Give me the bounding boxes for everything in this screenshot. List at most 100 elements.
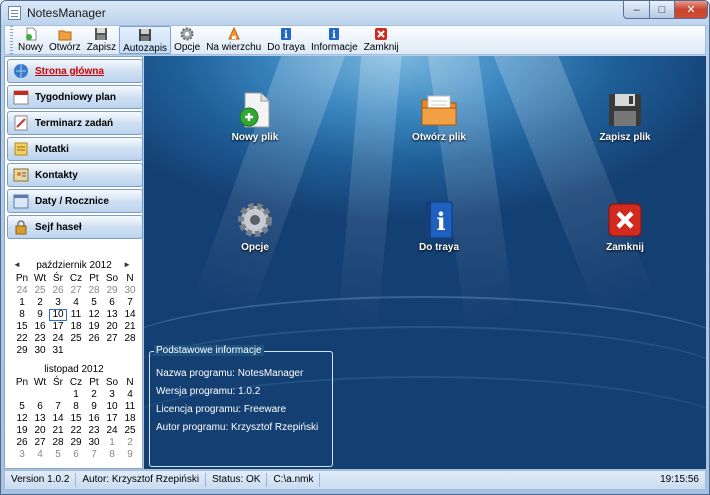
calendar-day[interactable]: 12 (13, 413, 31, 425)
calendar-day[interactable]: 27 (67, 285, 85, 297)
desktop-close[interactable]: Zamknij (570, 200, 680, 253)
toolbar-on-top-button[interactable]: Na wierzchu (203, 26, 264, 54)
toolbar-close-button[interactable]: Zamknij (361, 26, 402, 54)
calendar-day[interactable]: 24 (13, 285, 31, 297)
toolbar-grip[interactable] (10, 26, 13, 54)
window-close-button[interactable]: ✕ (674, 1, 708, 19)
sidebar-item-dates[interactable]: Daty / Rocznice (7, 189, 143, 213)
calendar-day[interactable]: 18 (121, 413, 139, 425)
calendar-day[interactable]: 1 (103, 437, 121, 449)
calendar-day[interactable]: 29 (67, 437, 85, 449)
calendar-day[interactable]: 22 (13, 333, 31, 345)
calendar-day[interactable]: 3 (103, 389, 121, 401)
calendar-day[interactable]: 10 (103, 401, 121, 413)
calendar-day[interactable]: 3 (13, 449, 31, 461)
calendar-day[interactable]: 18 (67, 321, 85, 333)
toolbar-info-button[interactable]: i Informacje (308, 26, 361, 54)
toolbar-open-button[interactable]: Otwórz (46, 26, 84, 54)
sidebar-item-contacts[interactable]: Kontakty (7, 163, 143, 187)
calendar-day[interactable]: 17 (49, 321, 67, 333)
calendar-day[interactable]: 26 (13, 437, 31, 449)
calendar-day[interactable]: 24 (49, 333, 67, 345)
calendar-day[interactable]: 24 (103, 425, 121, 437)
calendar-day[interactable]: 10 (49, 309, 67, 321)
calendar-day[interactable]: 7 (49, 401, 67, 413)
sidebar-item-notes[interactable]: Notatki (7, 137, 143, 161)
calendar-day[interactable]: 2 (31, 297, 49, 309)
calendar-day[interactable]: 11 (67, 309, 85, 321)
calendar-day[interactable]: 5 (13, 401, 31, 413)
calendar-day[interactable]: 4 (67, 297, 85, 309)
calendar-day[interactable]: 8 (103, 449, 121, 461)
calendar-day[interactable]: 8 (67, 401, 85, 413)
sidebar-item-weekly-plan[interactable]: Tygodniowy plan (7, 85, 143, 109)
toolbar-save-button[interactable]: Zapisz (84, 26, 119, 54)
calendar-day[interactable]: 16 (31, 321, 49, 333)
month-calendar[interactable]: ◄ październik 2012 ► Pn Wt Śr Cz Pt So N 24 25 26… (7, 257, 141, 469)
calendar-day[interactable]: 27 (103, 333, 121, 345)
calendar-day[interactable]: 23 (85, 425, 103, 437)
calendar-day[interactable]: 14 (49, 413, 67, 425)
calendar-day[interactable]: 25 (67, 333, 85, 345)
calendar-day[interactable]: 9 (85, 401, 103, 413)
calendar-day[interactable]: 13 (31, 413, 49, 425)
calendar-day[interactable]: 3 (49, 297, 67, 309)
calendar-day[interactable]: 2 (121, 437, 139, 449)
calendar-day[interactable]: 9 (121, 449, 139, 461)
desktop-new-file[interactable]: Nowy plik (200, 90, 310, 143)
toolbar-options-button[interactable]: Opcje (171, 26, 203, 54)
calendar-day[interactable]: 30 (121, 285, 139, 297)
calendar-day[interactable]: 8 (13, 309, 31, 321)
calendar-day[interactable]: 5 (85, 297, 103, 309)
desktop-options[interactable]: Opcje (200, 200, 310, 253)
calendar-day[interactable]: 19 (13, 425, 31, 437)
calendar-day[interactable]: 7 (85, 449, 103, 461)
toolbar-new-button[interactable]: Nowy (15, 26, 46, 54)
calendar-day[interactable]: 6 (31, 401, 49, 413)
calendar-day[interactable]: 1 (13, 297, 31, 309)
calendar-day[interactable]: 20 (31, 425, 49, 437)
calendar-prev-arrow[interactable]: ◄ (13, 260, 21, 269)
calendar-day[interactable]: 25 (121, 425, 139, 437)
desktop-open-file[interactable]: Otwórz plik (384, 90, 494, 143)
calendar-day[interactable]: 27 (31, 437, 49, 449)
desktop-save-file[interactable]: Zapisz plik (570, 90, 680, 143)
calendar-day[interactable]: 9 (31, 309, 49, 321)
calendar-day[interactable]: 29 (13, 345, 31, 357)
calendar-day[interactable]: 28 (85, 285, 103, 297)
calendar-day[interactable]: 7 (121, 297, 139, 309)
calendar-day[interactable]: 13 (103, 309, 121, 321)
calendar-day[interactable]: 4 (121, 389, 139, 401)
toolbar-tray-button[interactable]: i Do traya (264, 26, 308, 54)
calendar-day[interactable]: 29 (103, 285, 121, 297)
calendar-day[interactable]: 4 (31, 449, 49, 461)
calendar-day[interactable]: 14 (121, 309, 139, 321)
calendar-day[interactable]: 28 (49, 437, 67, 449)
calendar-day[interactable]: 2 (85, 389, 103, 401)
calendar-day[interactable]: 26 (49, 285, 67, 297)
sidebar-item-password-safe[interactable]: Sejf haseł (7, 215, 143, 239)
toolbar-autosave-toggle[interactable]: Autozapis (119, 26, 172, 54)
calendar-day[interactable]: 22 (67, 425, 85, 437)
calendar-day[interactable]: 31 (49, 345, 67, 357)
desktop-to-tray[interactable]: i Do traya (384, 200, 494, 253)
sidebar-item-task-schedule[interactable]: Terminarz zadań (7, 111, 143, 135)
calendar-day[interactable]: 30 (85, 437, 103, 449)
minimize-button[interactable]: – (623, 1, 650, 19)
calendar-day[interactable]: 20 (103, 321, 121, 333)
calendar-day[interactable]: 17 (103, 413, 121, 425)
calendar-day[interactable]: 16 (85, 413, 103, 425)
calendar-day[interactable]: 12 (85, 309, 103, 321)
sidebar-item-home[interactable]: Strona główna (7, 59, 143, 83)
calendar-day[interactable]: 15 (67, 413, 85, 425)
calendar-day[interactable]: 21 (49, 425, 67, 437)
calendar-day[interactable]: 6 (103, 297, 121, 309)
calendar-day[interactable]: 15 (13, 321, 31, 333)
calendar-day[interactable]: 23 (31, 333, 49, 345)
calendar-day[interactable]: 6 (67, 449, 85, 461)
calendar-day[interactable]: 19 (85, 321, 103, 333)
calendar-day[interactable]: 26 (85, 333, 103, 345)
calendar-day[interactable]: 30 (31, 345, 49, 357)
calendar-day[interactable]: 11 (121, 401, 139, 413)
calendar-day[interactable]: 1 (67, 389, 85, 401)
